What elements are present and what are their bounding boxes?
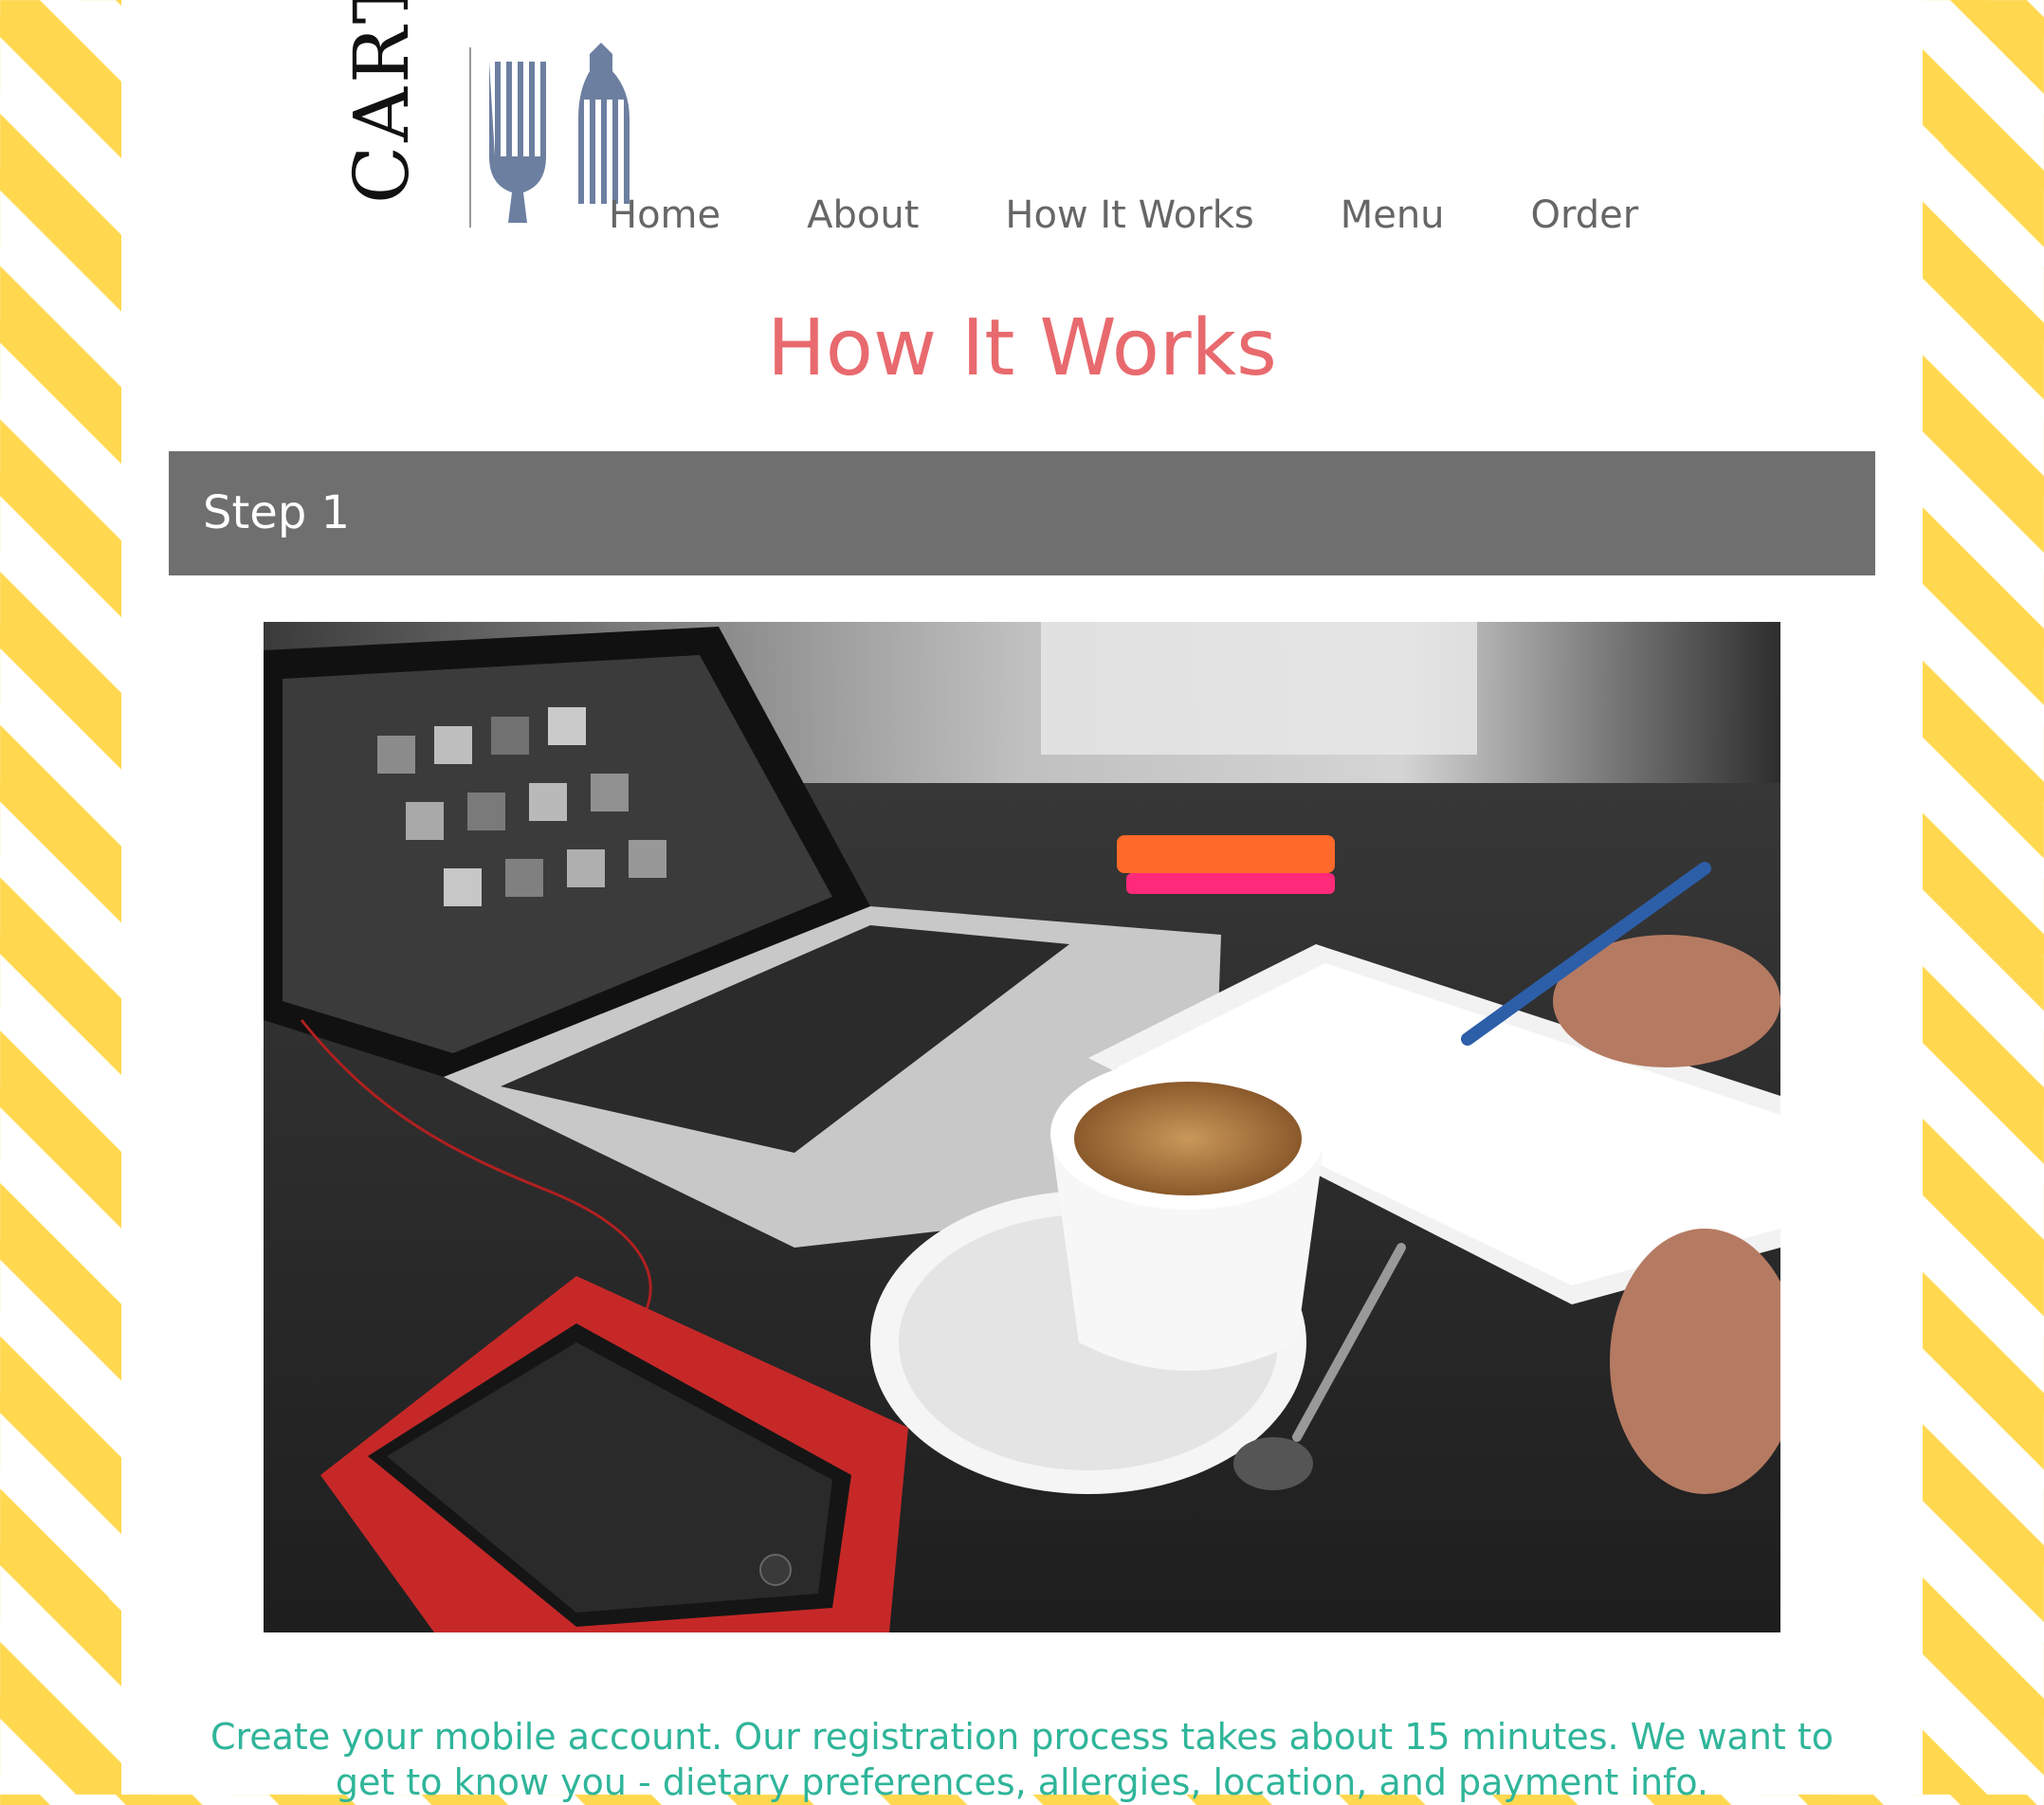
desk-photo-illustration [264, 622, 1780, 1632]
nav-home[interactable]: Home [609, 185, 721, 246]
main-nav: Home About How It Works Menu Order [609, 185, 1638, 246]
page-container: CART Home About How It Works Menu Order … [121, 0, 1923, 1803]
step-1-description: Create your mobile account. Our registra… [210, 1716, 1834, 1803]
step-label: Step 1 [203, 486, 351, 539]
page-title: How It Works [767, 303, 1277, 393]
nav-order[interactable]: Order [1531, 185, 1639, 246]
logo-divider [469, 47, 471, 228]
step-1-header[interactable]: Step 1 [169, 451, 1875, 575]
logo-wordmark: CART [338, 0, 426, 204]
fork-icon-left [489, 62, 546, 223]
nav-about[interactable]: About [807, 185, 919, 246]
nav-how-it-works[interactable]: How It Works [1005, 185, 1253, 246]
step-1-photo [264, 622, 1780, 1632]
nav-menu[interactable]: Menu [1341, 185, 1445, 246]
